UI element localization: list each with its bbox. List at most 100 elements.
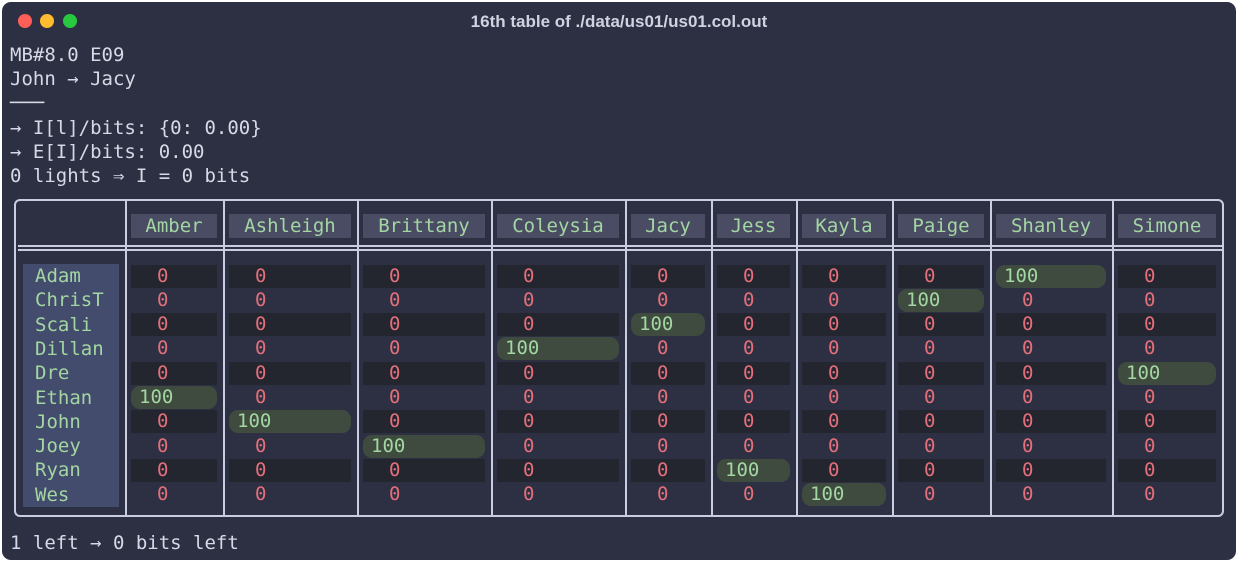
table-cell: 0 [1144,434,1156,457]
table-cell: 0 [131,410,217,434]
table-cell: 0 [657,434,669,457]
table-cell: 0 [1118,410,1216,434]
table-cell: 0 [743,434,755,457]
table-cell: 0 [924,434,936,457]
table-cell: 0 [996,410,1106,434]
table-cell: 0 [657,483,669,506]
column-header: Simone [1118,214,1216,238]
table-cell: 0 [363,410,485,434]
table-cell: 0 [996,313,1106,337]
table-cell: 0 [802,264,886,288]
table-cell: 0 [996,458,1106,482]
table-cell: 0 [497,410,619,434]
column-header: Jacy [631,214,705,238]
title-bar: 16th table of ./data/us01/us01.col.out [2,2,1236,40]
table-cell: 0 [898,313,984,337]
table-cell: 0 [743,337,755,360]
table-cell-match: 100 [631,313,705,337]
table-cell: 0 [229,264,351,288]
table-cell: 0 [802,458,886,482]
table-cell: 0 [523,434,535,457]
table-cell: 0 [743,386,755,408]
table-cell: 0 [802,313,886,337]
match-probability-table: Amber Ashleigh Brittany Coleysia Jacy Jess Kay… [14,199,1224,517]
header-line-pair: John → Jacy [10,68,136,90]
table-cell: 0 [229,458,351,482]
table-cell: 0 [523,483,535,506]
table-cell: 0 [389,337,401,360]
column-header: Brittany [363,214,485,238]
table-cell-match: 100 [1118,361,1216,385]
row-label: Adam [35,265,81,287]
table-cell: 0 [157,337,169,360]
table-cell: 0 [717,313,790,337]
row-label: John [35,410,81,433]
column-header: Ashleigh [229,214,351,238]
table-cell: 0 [363,361,485,385]
table-cell: 0 [1022,288,1034,311]
table-cell: 0 [657,386,669,408]
table-cell: 0 [131,458,217,482]
table-cell: 0 [743,288,755,311]
row-label: Ryan [35,459,81,482]
column-header: Jess [717,214,790,238]
row-label: Scali [35,313,93,336]
row-label: Ethan [35,386,93,409]
table-cell: 0 [717,361,790,385]
table-cell: 0 [631,361,705,385]
table-cell: 0 [389,386,401,408]
table-cell: 0 [898,361,984,385]
table-cell-match: 100 [229,410,351,434]
table-cell: 0 [1022,337,1034,360]
table-cell: 0 [1144,483,1156,506]
table-cell: 0 [1118,313,1216,337]
table-cell: 0 [255,386,267,408]
table-cell: 0 [255,337,267,360]
table-cell: 0 [828,288,840,311]
table-cell: 0 [389,483,401,506]
header-separator [18,249,1222,251]
row-label: Dre [35,362,70,385]
row-label: Dillan [35,337,104,360]
table-cell: 0 [1144,386,1156,408]
table-cell: 0 [717,410,790,434]
row-label: ChrisT [35,289,104,312]
row-label: Joey [35,435,81,458]
table-cell: 0 [924,483,936,506]
table-cell: 0 [996,361,1106,385]
table-cell: 0 [255,483,267,506]
table-cell: 0 [131,313,217,337]
table-cell: 0 [1022,483,1034,506]
table-cell: 0 [1144,337,1156,360]
table-cell: 0 [1118,264,1216,288]
column-header: Kayla [802,214,886,238]
table-cell: 0 [828,434,840,457]
footer-line: 1 left → 0 bits left [10,532,239,554]
header-line-info: → I[l]/bits: {0: 0.00} [10,117,262,139]
table-cell: 0 [657,337,669,360]
table-cell: 0 [924,337,936,360]
window-title: 16th table of ./data/us01/us01.col.out [470,12,768,31]
table-cell: 0 [1022,434,1034,457]
table-cell: 0 [802,361,886,385]
table-cell-match: 100 [131,386,217,409]
column-header: Coleysia [497,214,619,238]
table-cell: 0 [497,458,619,482]
table-cell: 0 [631,264,705,288]
table-cell: 0 [255,434,267,457]
table-cell-match: 100 [717,458,790,482]
table-cell: 0 [229,313,351,337]
column-header: Shanley [996,214,1106,238]
table-cell-match: 100 [996,264,1106,288]
table-cell: 0 [828,386,840,408]
table-cell-match: 100 [898,288,984,312]
terminal-window: 16th table of ./data/us01/us01.col.out M… [2,2,1236,560]
header-separator [18,245,1222,247]
table-cell-match: 100 [363,434,485,458]
table-cell: 0 [255,288,267,311]
column-header: Amber [131,214,217,238]
table-cell: 0 [743,483,755,506]
header-line-divider: ─── [10,92,45,114]
table-cell: 0 [157,288,169,311]
table-cell: 0 [157,483,169,506]
